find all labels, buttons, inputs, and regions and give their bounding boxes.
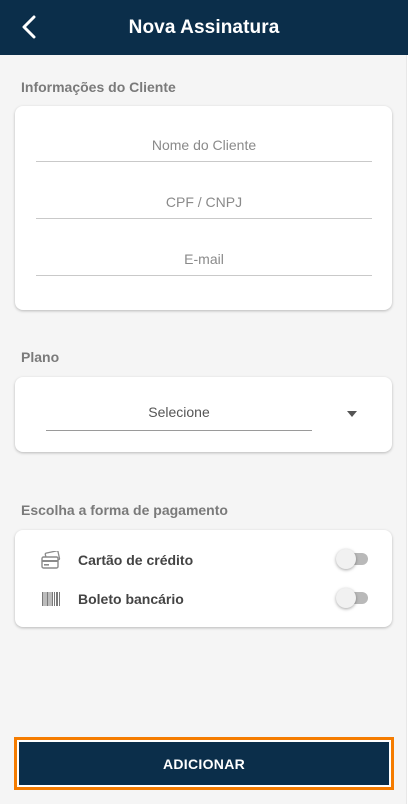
back-button[interactable]	[14, 12, 44, 42]
form-content: Informações do Cliente Plano Selecione E…	[0, 55, 407, 804]
credit-card-label: Cartão de crédito	[78, 552, 194, 568]
credit-card-icon	[40, 551, 62, 569]
app-header: Nova Assinatura	[0, 0, 408, 55]
add-button-highlight: ADICIONAR	[14, 737, 394, 790]
payment-option-boleto[interactable]: Boleto bancário	[40, 588, 370, 610]
payment-card: Cartão de crédito Boleto bancário	[15, 530, 392, 627]
payment-option-credit-card[interactable]: Cartão de crédito	[40, 549, 370, 571]
client-info-card	[15, 106, 392, 310]
client-name-input[interactable]	[36, 128, 372, 162]
payment-section-label: Escolha a forma de pagamento	[21, 502, 228, 518]
chevron-left-icon	[22, 15, 36, 39]
caret-down-icon[interactable]	[346, 410, 358, 418]
client-section-label: Informações do Cliente	[21, 79, 176, 95]
cpf-cnpj-input[interactable]	[36, 185, 372, 219]
plan-card: Selecione	[15, 377, 392, 452]
credit-card-toggle[interactable]	[336, 549, 370, 569]
boleto-label: Boleto bancário	[78, 591, 184, 607]
boleto-toggle[interactable]	[336, 588, 370, 608]
plan-select[interactable]: Selecione	[46, 393, 312, 431]
barcode-icon	[40, 590, 62, 608]
email-input[interactable]	[36, 242, 372, 276]
add-button[interactable]: ADICIONAR	[19, 742, 389, 785]
plan-section-label: Plano	[21, 349, 60, 365]
page-title: Nova Assinatura	[128, 16, 280, 38]
